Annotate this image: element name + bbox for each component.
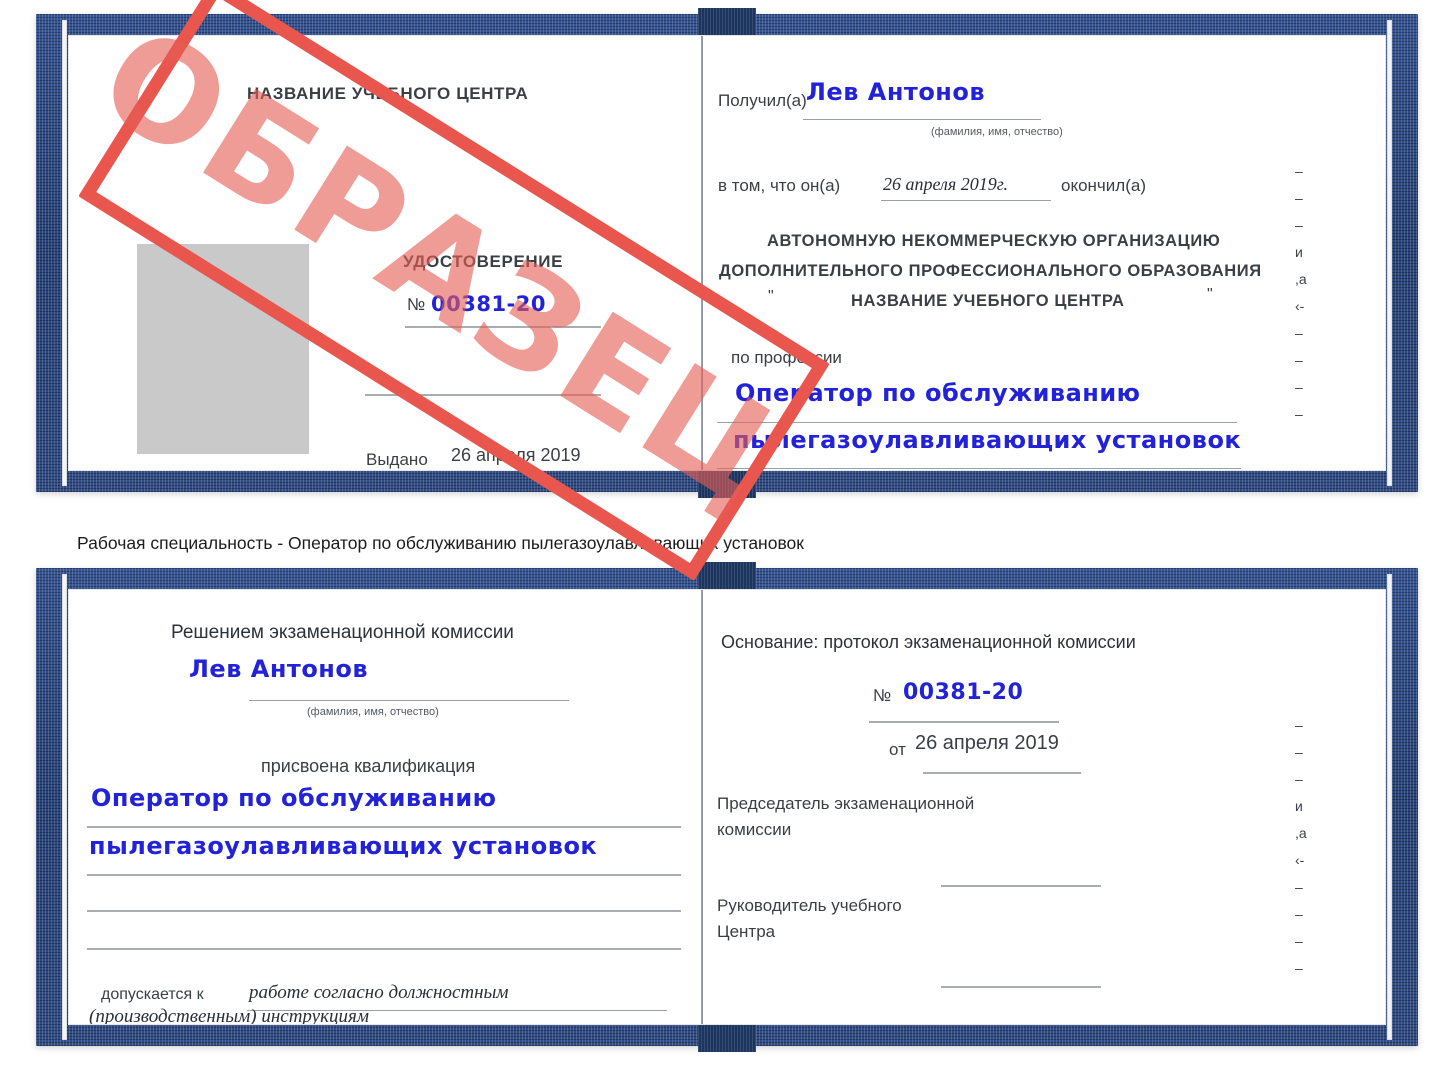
qualification-rule-1 [87, 826, 681, 828]
chairman-signature-rule [941, 885, 1101, 887]
qualification-line-2: пылегазоулавливающих установок [89, 832, 598, 860]
page-spread-top: НАЗВАНИЕ УЧЕБНОГО ЦЕНТРА УДОСТОВЕРЕНИЕ №… [69, 36, 1385, 470]
page-bottom-right: Основание: протокол экзаменационной коми… [703, 590, 1385, 1024]
head-label-line-2: Центра [717, 922, 776, 941]
protocol-date-label: от [889, 740, 906, 759]
qualification-rule-2 [87, 874, 681, 876]
issued-date-value: 26 апреля 2019 [451, 445, 581, 465]
photo-placeholder [137, 244, 309, 454]
received-label: Получил(а) [718, 91, 807, 110]
admitted-value-line-2: (производственным) инструкциям [89, 1006, 369, 1024]
page-top-left: НАЗВАНИЕ УЧЕБНОГО ЦЕНТРА УДОСТОВЕРЕНИЕ №… [69, 36, 701, 470]
decision-title: Решением экзаменационной комиссии [171, 622, 514, 643]
protocol-number-label: № [873, 686, 892, 705]
page-bottom-left: Решением экзаменационной комиссии Лев Ан… [69, 590, 701, 1024]
organization-line-3: НАЗВАНИЕ УЧЕБНОГО ЦЕНТРА [851, 292, 1125, 310]
fio-hint-bottom: (фамилия, имя, отчество) [307, 706, 439, 718]
page-edge-mark: – [1295, 163, 1303, 179]
certificate-number-value: 00381-20 [431, 292, 546, 316]
page-edge-mark: – [1295, 406, 1303, 422]
basis-label: Основание: протокол экзаменационной коми… [721, 632, 1136, 652]
finished-label: окончил(а) [1061, 176, 1146, 195]
certificate-book-bottom: Решением экзаменационной комиссии Лев Ан… [36, 562, 1418, 1052]
admitted-value-line-1: работе согласно должностным [249, 982, 509, 1003]
profession-value-line-1: Оператор по обслуживанию [735, 379, 1141, 407]
organization-line-2: ДОПОЛНИТЕЛЬНОГО ПРОФЕССИОНАЛЬНОГО ОБРАЗО… [719, 262, 1262, 280]
page-edge-mark: – [1295, 933, 1303, 949]
page-edge-mark: ‹- [1295, 298, 1305, 314]
paper-edge-right [1387, 20, 1392, 486]
qualification-line-1: Оператор по обслуживанию [91, 784, 497, 812]
profession-rule-1 [717, 422, 1237, 423]
page-edge-mark: – [1295, 960, 1303, 976]
page-edge-mark: – [1295, 744, 1303, 760]
page-edge-marks-bottom: – – – и ,а ‹- – – – – [1295, 718, 1307, 988]
page-edge-mark: ,а [1295, 271, 1307, 287]
issued-label: Выдано [366, 450, 428, 469]
certificate-number-label: № [407, 295, 426, 314]
page-edge-mark: – [1295, 352, 1303, 368]
organization-quote-close: " [1207, 286, 1213, 303]
page-edge-mark: ,а [1295, 825, 1307, 841]
page-top-right: Получил(а) Лев Антонов (фамилия, имя, от… [703, 36, 1385, 470]
blank-rule-1 [365, 394, 601, 396]
page-edge-mark: – [1295, 217, 1303, 233]
page-edge-marks-top: – – – и ,а ‹- – – – – [1295, 164, 1307, 434]
training-center-name-left: НАЗВАНИЕ УЧЕБНОГО ЦЕНТРА [247, 84, 529, 103]
profession-value-line-2: пылегазоулавливающих установок [733, 426, 1242, 454]
protocol-date-rule [923, 772, 1081, 774]
protocol-date-value: 26 апреля 2019 [915, 732, 1059, 754]
received-name-rule [803, 119, 1041, 120]
in-that-label: в том, что он(а) [718, 176, 841, 195]
page-edge-mark: и [1295, 244, 1303, 260]
chairman-label-line-2: комиссии [717, 820, 792, 839]
qualification-rule-3 [87, 910, 681, 912]
page-edge-mark: – [1295, 325, 1303, 341]
qualification-rule-4 [87, 948, 681, 950]
certificate-number-rule [405, 326, 601, 328]
received-name-value: Лев Антонов [806, 78, 986, 106]
page-edge-mark: – [1295, 906, 1303, 922]
page-edge-mark: ‹- [1295, 852, 1305, 868]
profession-label: по профессии [731, 348, 842, 367]
paper-edge-right-2 [1387, 574, 1392, 1040]
page-edge-mark: – [1295, 190, 1303, 206]
organization-line-1: АВТОНОМНУЮ НЕКОММЕРЧЕСКУЮ ОРГАНИЗАЦИЮ [767, 232, 1221, 250]
admitted-label: допускается к [101, 986, 204, 1003]
chairman-label-line-1: Председатель экзаменационной [717, 794, 975, 813]
page-edge-mark: – [1295, 717, 1303, 733]
decision-name-value: Лев Антонов [189, 655, 369, 683]
page-edge-mark: – [1295, 379, 1303, 395]
page-edge-mark: и [1295, 798, 1303, 814]
decision-name-rule [249, 700, 569, 701]
page-edge-mark: – [1295, 771, 1303, 787]
head-label-line-1: Руководитель учебного [717, 896, 902, 915]
protocol-number-value: 00381-20 [903, 680, 1024, 705]
page-edge-mark: – [1295, 879, 1303, 895]
document-type-label: УДОСТОВЕРЕНИЕ [403, 252, 564, 271]
paper-edge-left-2 [62, 574, 67, 1040]
profession-rule-2 [717, 468, 1241, 469]
head-signature-rule [941, 986, 1101, 988]
caption-text: Рабочая специальность - Оператор по обсл… [77, 533, 804, 553]
protocol-number-rule [869, 721, 1059, 723]
page-spread-bottom: Решением экзаменационной комиссии Лев Ан… [69, 590, 1385, 1024]
certificate-book-top: НАЗВАНИЕ УЧЕБНОГО ЦЕНТРА УДОСТОВЕРЕНИЕ №… [36, 0, 1418, 581]
paper-edge-left [62, 20, 67, 486]
fio-hint-top: (фамилия, имя, отчество) [931, 126, 1063, 138]
qualification-label: присвоена квалификация [261, 756, 476, 776]
completion-date-value: 26 апреля 2019г. [883, 174, 1009, 194]
completion-date-rule [881, 200, 1051, 201]
organization-quote-open: " [768, 288, 774, 305]
